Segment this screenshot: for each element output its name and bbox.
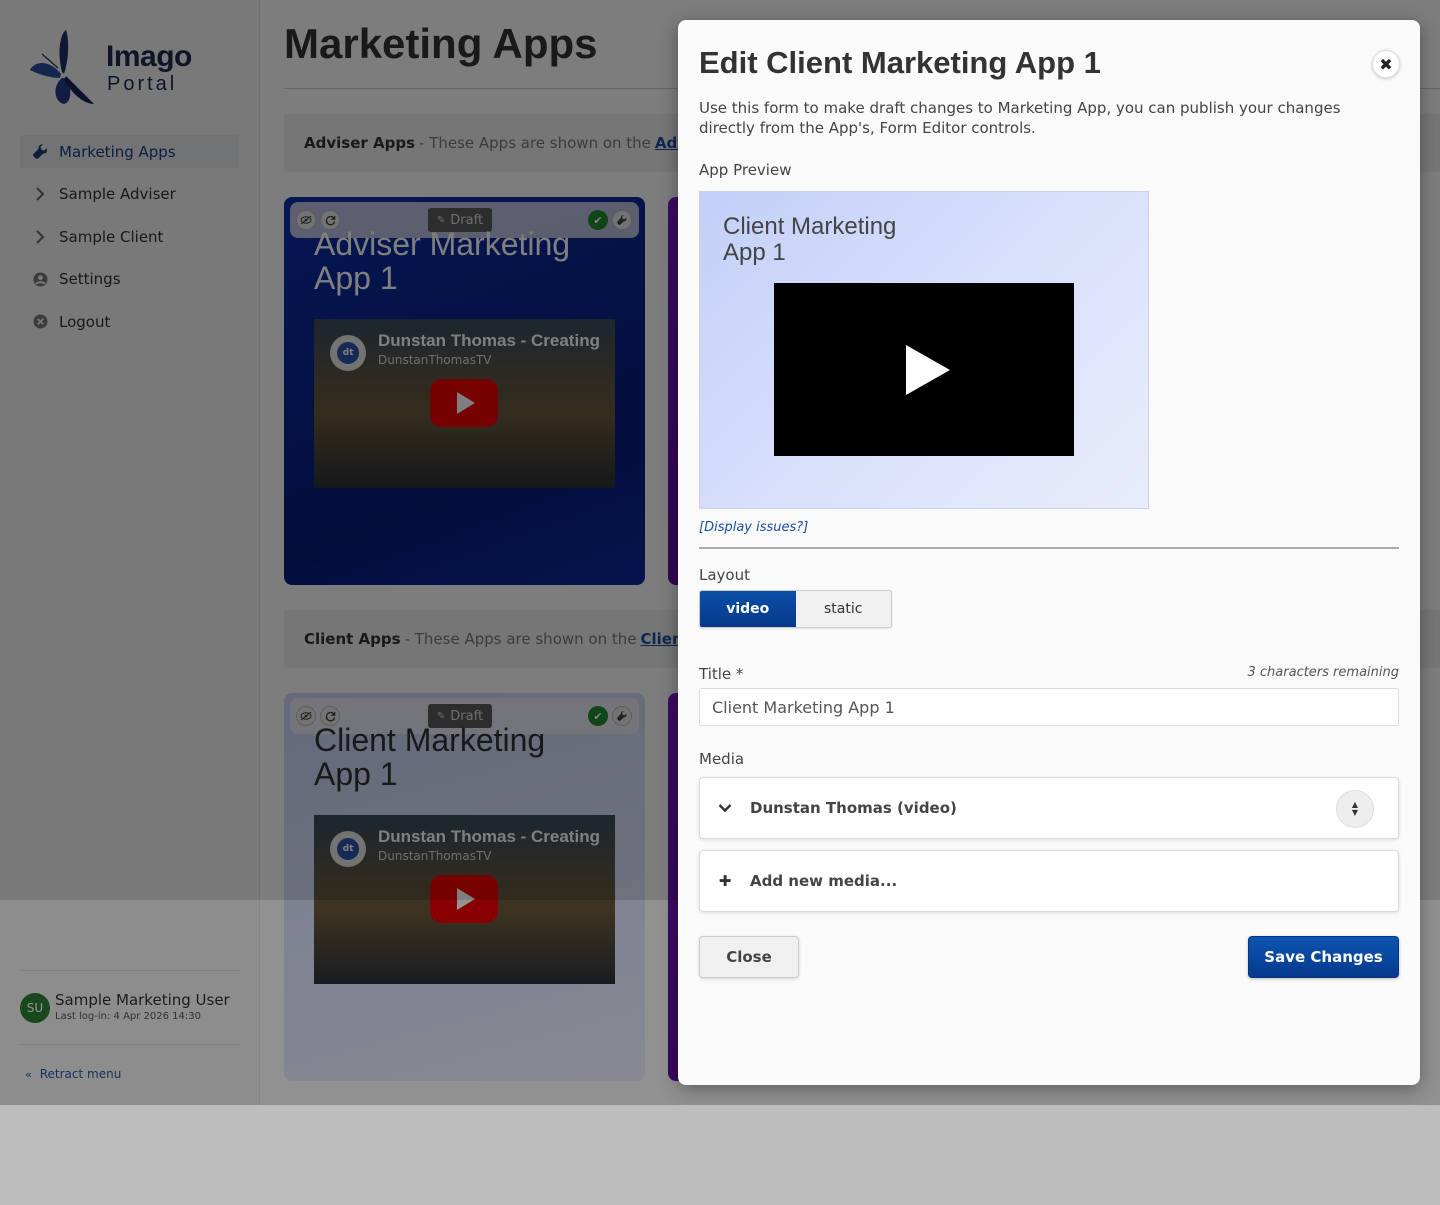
media-item[interactable]: Dunstan Thomas (video) ▲ ▼ [699, 777, 1399, 839]
media-item-label: Dunstan Thomas (video) [750, 799, 957, 817]
chars-remaining: 3 characters remaining [1247, 665, 1400, 680]
title-label: Title * [699, 665, 744, 683]
media-label: Media [699, 750, 745, 768]
preview-divider [699, 547, 1399, 549]
sort-handle-icon[interactable]: ▲ ▼ [1336, 790, 1374, 828]
chevron-down-icon[interactable] [700, 799, 750, 817]
app-preview: Client Marketing App 1 [699, 191, 1149, 509]
modal-title: Edit Client Marketing App 1 [699, 45, 1101, 80]
close-icon[interactable]: ✖ [1372, 50, 1400, 78]
layout-label: Layout [699, 566, 750, 584]
edit-app-modal: Edit Client Marketing App 1 ✖ Use this f… [678, 20, 1420, 1085]
modal-description: Use this form to make draft changes to M… [699, 99, 1341, 137]
display-issues-link[interactable]: [Display issues?] [699, 520, 808, 535]
layout-toggle: video static [699, 590, 892, 628]
add-media-button[interactable]: ✚ Add new media... [699, 850, 1399, 912]
plus-icon: ✚ [718, 872, 732, 890]
app-preview-label: App Preview [699, 161, 792, 179]
play-icon[interactable] [906, 344, 950, 395]
layout-option-video[interactable]: video [700, 591, 796, 627]
close-button[interactable]: Close [699, 936, 799, 978]
title-input[interactable] [699, 688, 1399, 726]
layout-option-static[interactable]: static [796, 591, 892, 627]
video-player[interactable] [774, 283, 1074, 456]
preview-title: Client Marketing App 1 [723, 213, 897, 266]
save-changes-button[interactable]: Save Changes [1248, 936, 1399, 978]
add-media-label: Add new media... [750, 872, 898, 890]
